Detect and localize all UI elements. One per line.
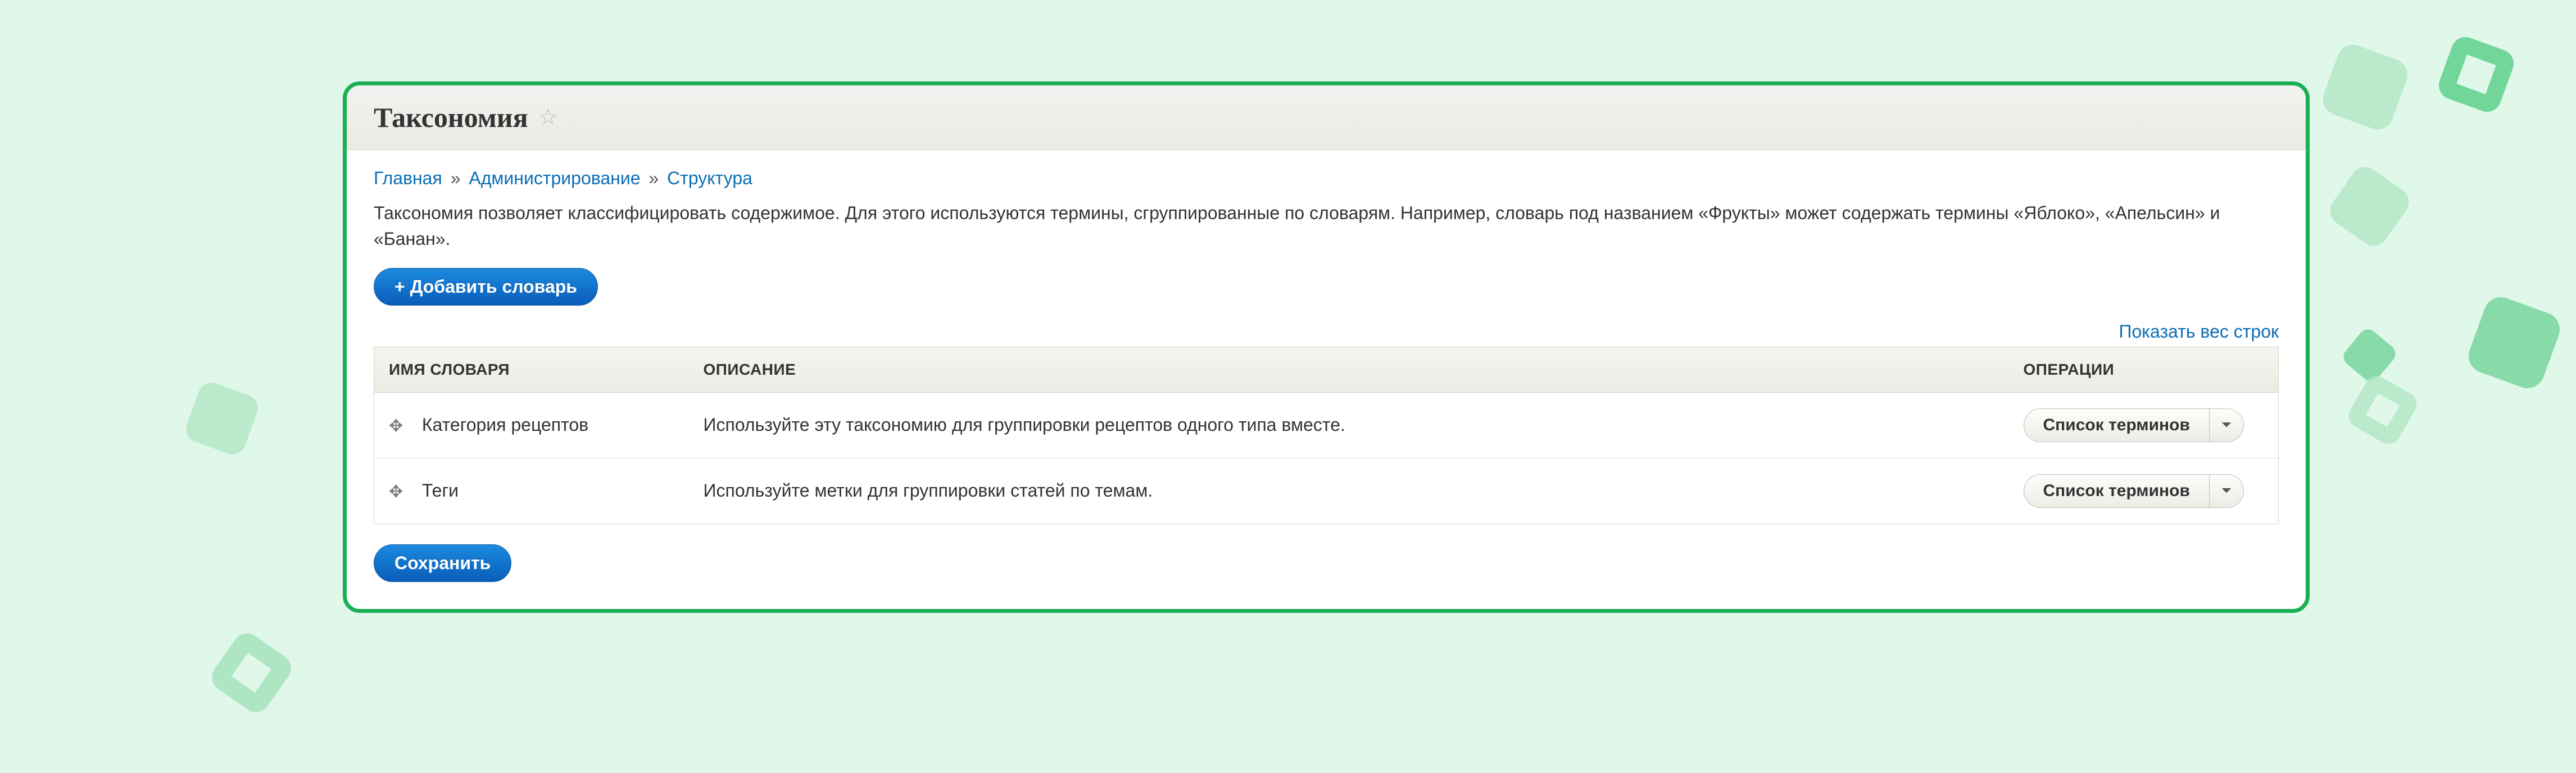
deco-shape bbox=[2324, 161, 2414, 251]
list-terms-button[interactable]: Список терминов bbox=[2024, 408, 2209, 442]
operations-dropdown-toggle[interactable] bbox=[2209, 474, 2244, 508]
breadcrumb: Главная » Администрирование » Структура bbox=[374, 168, 2279, 189]
favorite-star-icon[interactable]: ☆ bbox=[538, 106, 559, 129]
list-terms-button[interactable]: Список терминов bbox=[2024, 474, 2209, 508]
drag-handle-icon[interactable]: ✥ bbox=[389, 484, 406, 501]
add-vocabulary-button[interactable]: + Добавить словарь bbox=[374, 268, 598, 306]
deco-shape bbox=[2344, 372, 2421, 449]
vocab-name: Категория рецептов bbox=[422, 415, 588, 435]
vocabulary-table: ИМЯ СЛОВАРЯ ОПИСАНИЕ ОПЕРАЦИИ ✥ Категори… bbox=[374, 347, 2279, 524]
admin-panel: Таксономия ☆ Главная » Администрирование… bbox=[343, 81, 2310, 613]
breadcrumb-link-structure[interactable]: Структура bbox=[667, 168, 752, 188]
panel-body: Главная » Администрирование » Структура … bbox=[347, 150, 2306, 609]
deco-shape bbox=[2340, 326, 2400, 385]
deco-shape bbox=[2319, 40, 2412, 134]
breadcrumb-link-admin[interactable]: Администрирование bbox=[469, 168, 640, 188]
breadcrumb-separator: » bbox=[645, 168, 662, 188]
chevron-down-icon bbox=[2221, 487, 2232, 495]
col-header-name: ИМЯ СЛОВАРЯ bbox=[374, 347, 689, 392]
col-header-description: ОПИСАНИЕ bbox=[689, 347, 2009, 392]
operations-dropbutton: Список терминов bbox=[2024, 474, 2264, 508]
breadcrumb-link-home[interactable]: Главная bbox=[374, 168, 442, 188]
deco-shape bbox=[183, 379, 262, 458]
deco-shape bbox=[2435, 33, 2518, 116]
panel-header: Таксономия ☆ bbox=[347, 85, 2306, 150]
vocab-name: Теги bbox=[422, 480, 459, 501]
operations-dropdown-toggle[interactable] bbox=[2209, 408, 2244, 442]
save-button[interactable]: Сохранить bbox=[374, 544, 511, 582]
table-row: ✥ Теги Используйте метки для группировки… bbox=[374, 458, 2279, 524]
drag-handle-icon[interactable]: ✥ bbox=[389, 418, 406, 435]
intro-text: Таксономия позволяет классифицировать со… bbox=[374, 200, 2279, 252]
vocab-description: Используйте метки для группировки статей… bbox=[689, 458, 2009, 524]
table-row: ✥ Категория рецептов Используйте эту так… bbox=[374, 392, 2279, 458]
vocab-description: Используйте эту таксономию для группиров… bbox=[689, 392, 2009, 458]
show-row-weights-link[interactable]: Показать вес строк bbox=[2119, 321, 2279, 342]
chevron-down-icon bbox=[2221, 421, 2232, 429]
page-title: Таксономия bbox=[374, 101, 528, 134]
deco-shape bbox=[2464, 292, 2564, 393]
breadcrumb-separator: » bbox=[447, 168, 464, 188]
col-header-operations: ОПЕРАЦИИ bbox=[2009, 347, 2279, 392]
operations-dropbutton: Список терминов bbox=[2024, 408, 2264, 442]
deco-shape bbox=[206, 628, 296, 717]
